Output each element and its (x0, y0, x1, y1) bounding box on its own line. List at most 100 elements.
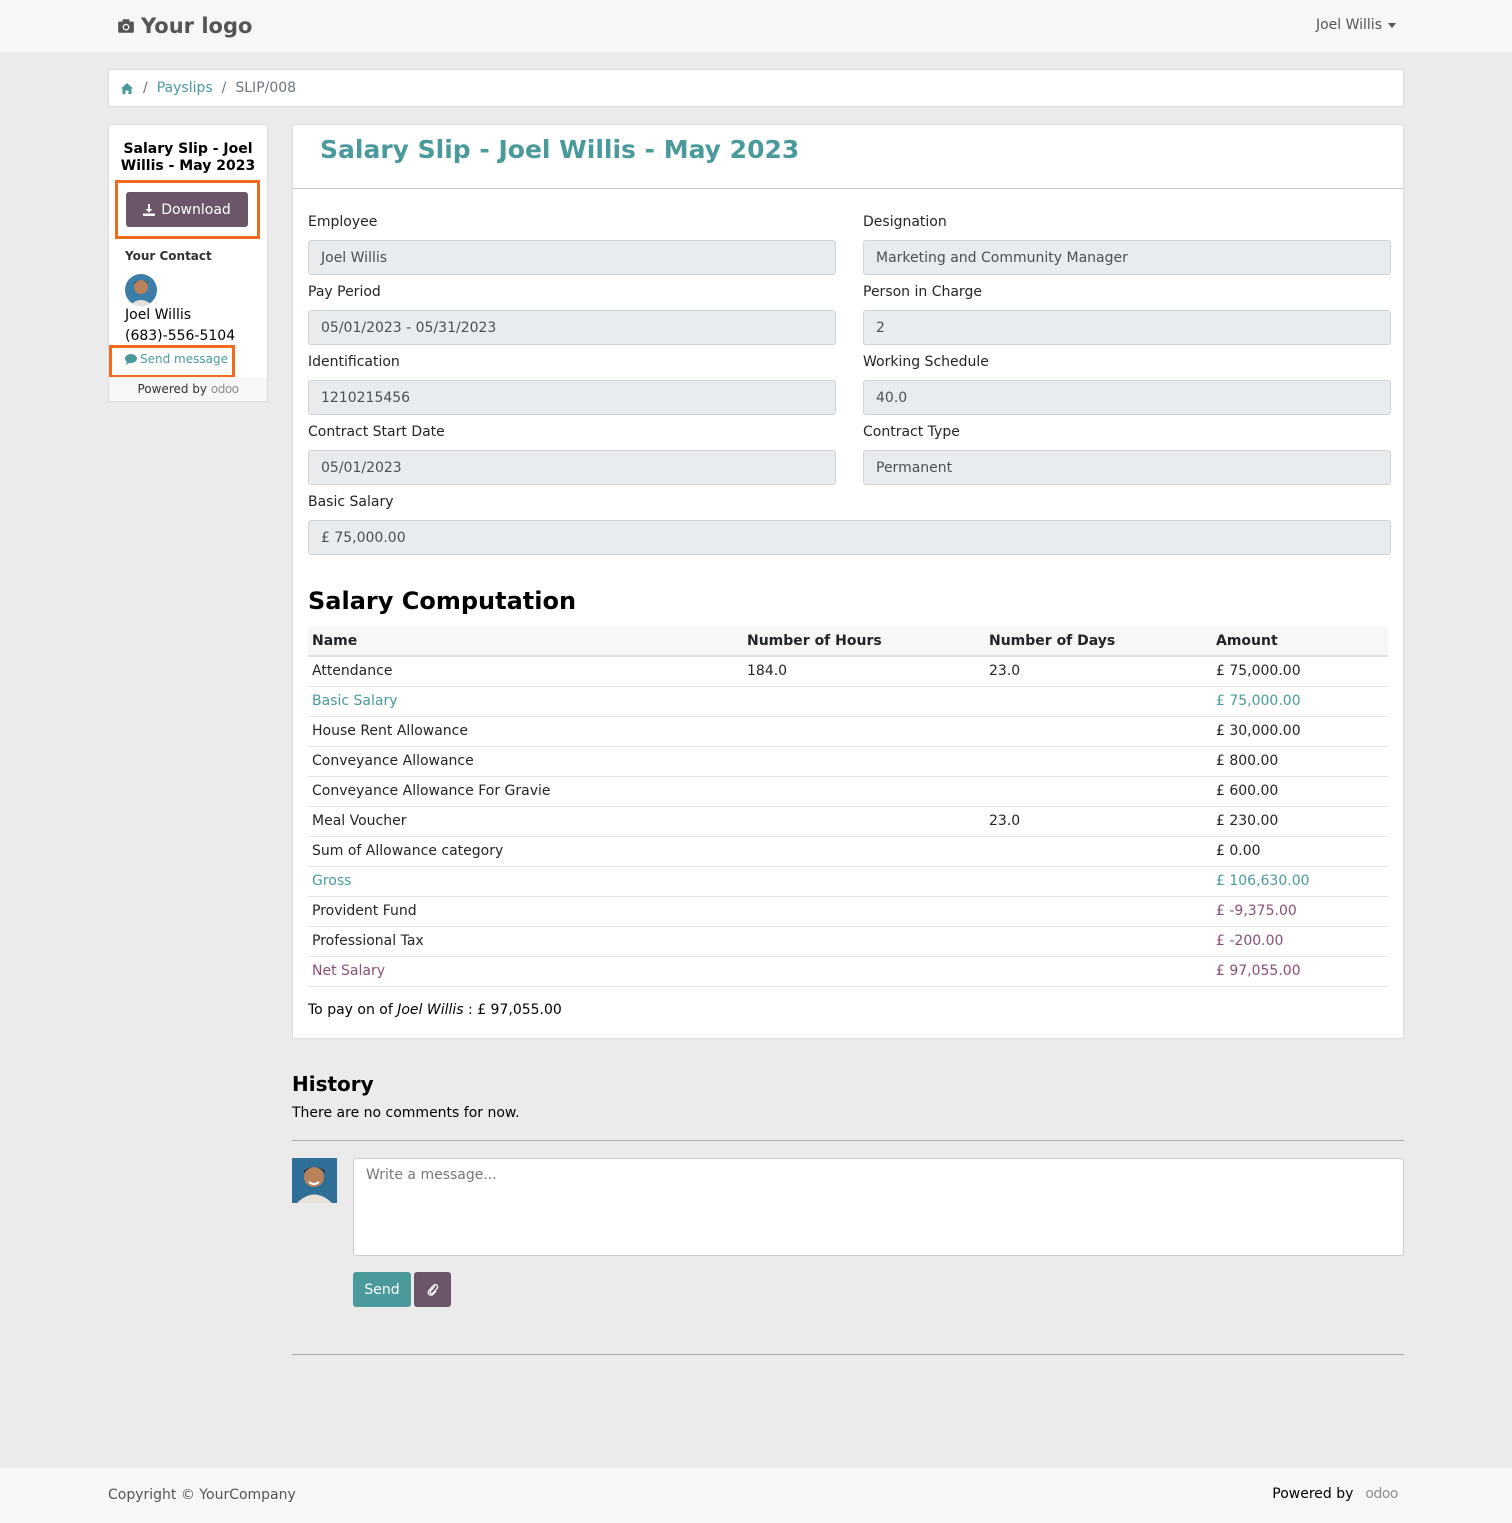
row-amount: £ -200.00 (1212, 926, 1388, 957)
row-hours (743, 686, 985, 717)
copyright-text: Copyright © YourCompany (108, 1487, 296, 1503)
table-row: Provident Fund £ -9,375.00 (308, 896, 1388, 927)
row-amount: £ 230.00 (1212, 806, 1388, 837)
basic-salary-field: £ 75,000.00 (308, 520, 1391, 555)
employee-label: Employee (308, 214, 378, 230)
pay-period-field: 05/01/2023 - 05/31/2023 (308, 310, 836, 345)
table-row: Attendance 184.0 23.0 £ 75,000.00 (308, 656, 1388, 687)
row-days: 23.0 (985, 656, 1212, 687)
contact-avatar (125, 274, 157, 306)
breadcrumb-current: SLIP/008 (235, 80, 297, 96)
contract-type-label: Contract Type (863, 424, 960, 440)
contact-name: Joel Willis (125, 307, 192, 323)
paperclip-icon (427, 1283, 438, 1296)
row-hours (743, 926, 985, 957)
footer-powered-by: Powered by odoo (1272, 1486, 1398, 1502)
table-row: Sum of Allowance category £ 0.00 (308, 836, 1388, 867)
table-row: Basic Salary £ 75,000.00 (308, 686, 1388, 717)
send-message-highlight-box: Send message (109, 345, 235, 378)
user-menu-dropdown[interactable]: Joel Willis (1316, 17, 1396, 33)
breadcrumb-separator: / (221, 80, 227, 96)
row-name: Net Salary (308, 956, 743, 987)
row-amount: £ 97,055.00 (1212, 956, 1388, 987)
row-amount: £ 75,000.00 (1212, 656, 1388, 687)
download-button[interactable]: Download (126, 192, 248, 227)
pay-period-label: Pay Period (308, 284, 381, 300)
column-header-days: Number of Days (985, 626, 1212, 657)
contract-type-field: Permanent (863, 450, 1391, 485)
table-header-row: Name Number of Hours Number of Days Amou… (308, 626, 1388, 657)
breadcrumb-separator: / (143, 80, 148, 96)
row-name: Provident Fund (308, 896, 743, 927)
table-row: Professional Tax £ -200.00 (308, 926, 1388, 957)
divider (292, 1140, 1404, 1141)
row-hours (743, 806, 985, 837)
table-row: Conveyance Allowance £ 800.00 (308, 746, 1388, 777)
to-pay-amount: : £ 97,055.00 (463, 1002, 562, 1018)
payslip-header: Salary Slip - Joel Willis - May 2023 (293, 125, 1403, 189)
salary-computation-title: Salary Computation (308, 587, 577, 615)
camera-icon (118, 19, 134, 33)
row-days (985, 776, 1212, 807)
contact-label: Your Contact (125, 249, 212, 263)
identification-field: 1210215456 (308, 380, 836, 415)
table-row: House Rent Allowance £ 30,000.00 (308, 716, 1388, 747)
row-name: Gross (308, 866, 743, 897)
to-pay-prefix: To pay on of (308, 1002, 398, 1018)
download-icon (143, 203, 156, 216)
row-amount: £ 0.00 (1212, 836, 1388, 867)
breadcrumb: / Payslips / SLIP/008 (108, 69, 1404, 107)
row-days (985, 836, 1212, 867)
odoo-logo[interactable]: odoo (1365, 1486, 1398, 1502)
footer-powered-text: Powered by (1272, 1486, 1354, 1502)
to-pay-line: To pay on of Joel Willis : £ 97,055.00 (308, 1002, 562, 1018)
row-hours (743, 716, 985, 747)
row-days (985, 896, 1212, 927)
download-label: Download (161, 201, 231, 218)
column-header-amount: Amount (1212, 626, 1388, 657)
comment-icon (125, 353, 137, 365)
row-amount: £ 106,630.00 (1212, 866, 1388, 897)
attach-button[interactable] (414, 1272, 451, 1307)
row-name: Conveyance Allowance For Gravie (308, 776, 743, 807)
composer-avatar (292, 1158, 337, 1203)
top-navbar: Your logo Joel Willis (0, 0, 1512, 52)
row-name: Basic Salary (308, 686, 743, 717)
row-hours: 184.0 (743, 656, 985, 687)
person-in-charge-label: Person in Charge (863, 284, 982, 300)
basic-salary-label: Basic Salary (308, 494, 394, 510)
table-row: Meal Voucher 23.0 £ 230.00 (308, 806, 1388, 837)
row-name: Attendance (308, 656, 743, 687)
send-message-link[interactable]: Send message (125, 352, 228, 366)
row-amount: £ 600.00 (1212, 776, 1388, 807)
contact-phone: (683)-556-5104 (125, 328, 236, 344)
row-hours (743, 866, 985, 897)
footer: Copyright © YourCompany Powered by odoo (0, 1468, 1512, 1523)
row-days (985, 746, 1212, 777)
row-name: Meal Voucher (308, 806, 743, 837)
odoo-logo[interactable]: odoo (211, 382, 239, 396)
download-highlight-box: Download (115, 180, 260, 239)
send-button[interactable]: Send (353, 1272, 411, 1307)
row-name: Conveyance Allowance (308, 746, 743, 777)
working-schedule-label: Working Schedule (863, 354, 989, 370)
row-days (985, 926, 1212, 957)
contract-start-label: Contract Start Date (308, 424, 445, 440)
row-hours (743, 776, 985, 807)
working-schedule-field: 40.0 (863, 380, 1391, 415)
table-row: Net Salary £ 97,055.00 (308, 956, 1388, 987)
row-days (985, 956, 1212, 987)
home-icon[interactable] (120, 82, 134, 95)
row-name: House Rent Allowance (308, 716, 743, 747)
salary-computation-table: Name Number of Hours Number of Days Amou… (308, 626, 1388, 987)
designation-field: Marketing and Community Manager (863, 240, 1391, 275)
company-logo[interactable]: Your logo (117, 14, 252, 38)
logo-text: Your logo (141, 14, 253, 38)
message-input[interactable] (353, 1158, 1404, 1256)
row-hours (743, 956, 985, 987)
row-amount: £ 75,000.00 (1212, 686, 1388, 717)
contract-start-field: 05/01/2023 (308, 450, 836, 485)
column-header-name: Name (308, 626, 743, 657)
row-days (985, 716, 1212, 747)
breadcrumb-payslips-link[interactable]: Payslips (157, 80, 213, 96)
